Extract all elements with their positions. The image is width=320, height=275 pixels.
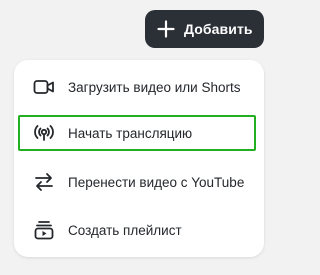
menu-item-label: Перенести видео с YouTube bbox=[68, 174, 245, 190]
menu-item-create-playlist[interactable]: Создать плейлист bbox=[18, 212, 256, 248]
add-dropdown-menu: Загрузить видео или Shorts Начать трансл… bbox=[14, 60, 264, 257]
menu-item-label: Начать трансляцию bbox=[68, 125, 193, 141]
video-camera-icon bbox=[32, 75, 56, 99]
menu-item-upload-video[interactable]: Загрузить видео или Shorts bbox=[18, 69, 256, 105]
menu-item-transfer-youtube[interactable]: Перенести видео с YouTube bbox=[18, 164, 256, 200]
broadcast-icon bbox=[32, 121, 56, 145]
page: Добавить Загрузить видео или Shorts Нача… bbox=[0, 0, 280, 275]
add-button[interactable]: Добавить bbox=[145, 10, 264, 48]
playlist-icon bbox=[32, 218, 56, 242]
menu-item-label: Загрузить видео или Shorts bbox=[68, 79, 241, 95]
transfer-arrows-icon bbox=[32, 170, 56, 194]
menu-item-label: Создать плейлист bbox=[68, 222, 182, 238]
menu-item-start-broadcast[interactable]: Начать трансляцию bbox=[18, 115, 256, 151]
plus-icon bbox=[157, 20, 175, 38]
add-button-label: Добавить bbox=[184, 21, 253, 37]
